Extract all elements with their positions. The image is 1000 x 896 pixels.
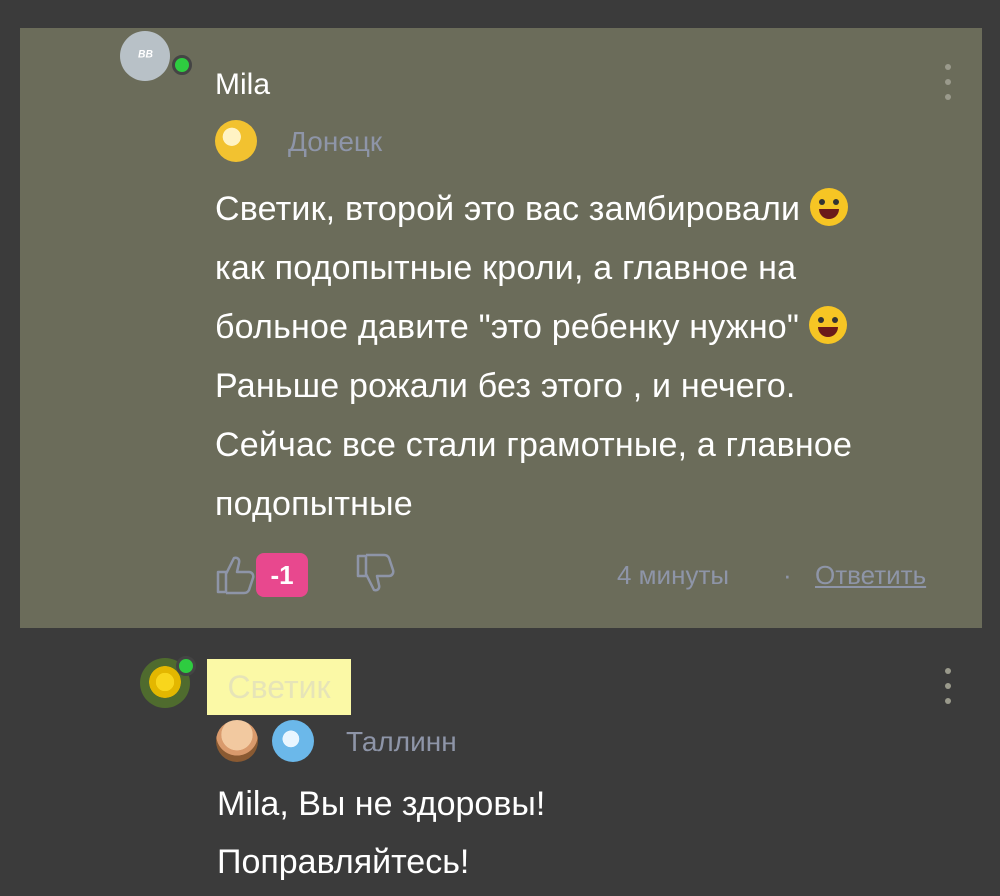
city-label: Таллинн <box>346 726 457 757</box>
online-status-icon <box>176 656 196 676</box>
comment-line: Сейчас все стали грамотные, а главное <box>215 426 853 464</box>
avatar[interactable]: ᴮᴮ <box>120 31 170 81</box>
more-options-icon[interactable] <box>938 64 958 100</box>
city-badge-icon <box>272 720 314 762</box>
reply-button[interactable]: Ответить <box>815 560 926 591</box>
more-options-icon[interactable] <box>938 668 958 704</box>
comment-author[interactable]: Mila <box>215 68 270 102</box>
comment-line: подопытные <box>215 485 413 523</box>
comment-line: Светик, второй это вас замбировали <box>215 190 801 228</box>
city-label: Донецк <box>288 126 383 157</box>
comment-time: 4 минуты <box>617 560 730 590</box>
like-icon[interactable] <box>214 552 258 596</box>
city-badge-icon <box>215 120 257 162</box>
online-status-icon <box>172 55 192 75</box>
comment-line: Mila, Вы не здоровы! <box>217 785 546 823</box>
comment-line: больное давите "это ребенку нужно" <box>215 308 800 346</box>
user-face-badge-icon <box>216 720 258 762</box>
meta-separator: · <box>783 560 792 590</box>
comment-line: как подопытные кроли, а главное на <box>215 249 797 287</box>
score-badge: -1 <box>256 553 308 597</box>
dandelion-icon <box>149 666 181 698</box>
comment-line: Поправляйтесь! <box>217 843 470 881</box>
dislike-icon[interactable] <box>354 552 398 596</box>
avatar-initials: ᴮᴮ <box>137 47 153 65</box>
comment-author[interactable]: Светик <box>207 659 351 715</box>
sweat-smile-emoji-icon <box>808 306 847 344</box>
comment-line: Раньше рожали без этого , и нечего. <box>215 367 796 405</box>
comment-body: Светик, второй это вас замбировали как п… <box>215 180 852 534</box>
rofl-emoji-icon <box>809 188 848 226</box>
